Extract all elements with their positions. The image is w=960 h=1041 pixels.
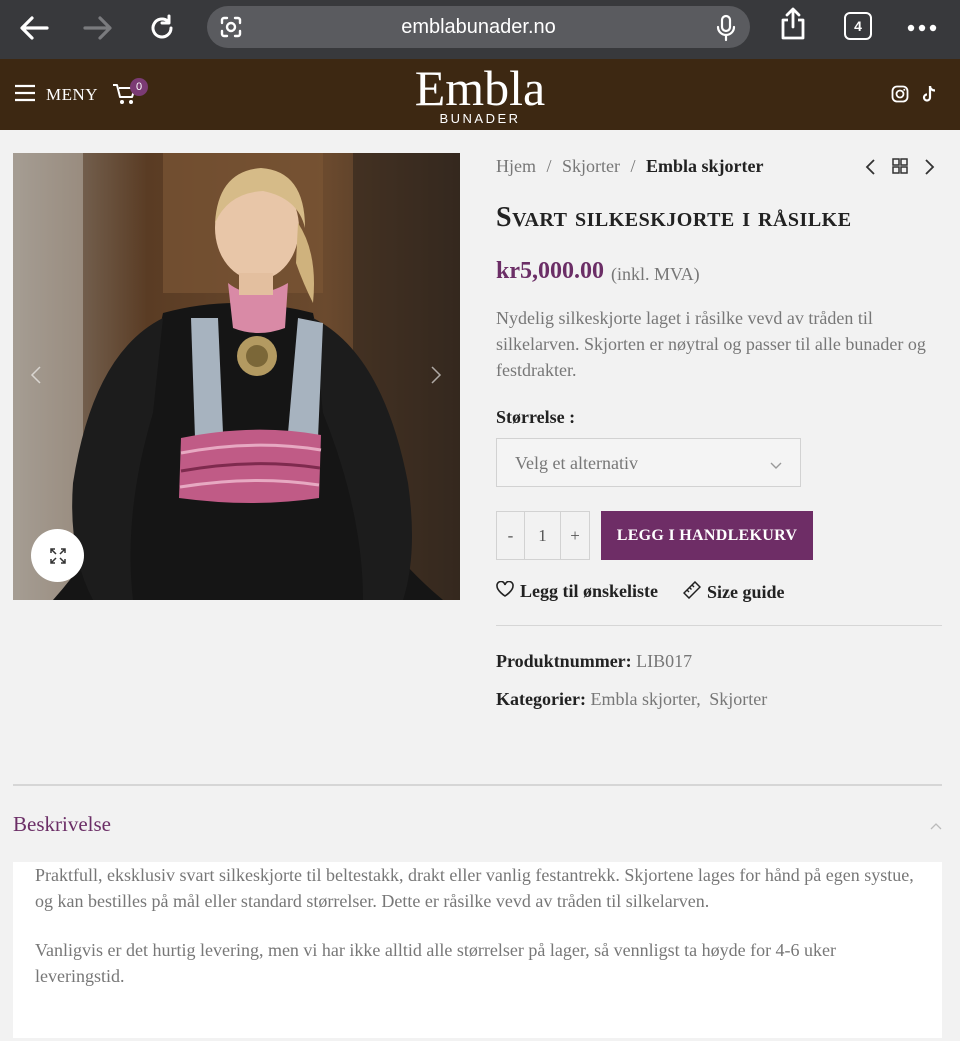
browser-toolbar: emblabunader.no 4 (0, 0, 960, 59)
ruler-icon (682, 580, 702, 604)
share-icon[interactable] (771, 4, 815, 44)
expand-icon[interactable] (31, 529, 84, 582)
wishlist-label: Legg til ønskeliste (520, 581, 658, 601)
quantity-minus-button[interactable]: - (497, 512, 525, 559)
chevron-up-icon[interactable] (929, 818, 943, 830)
grid-icon[interactable] (892, 158, 910, 176)
breadcrumb-home[interactable]: Hjem (496, 156, 536, 177)
product-title: Svart silkeskjorte i råsilke (496, 202, 852, 233)
breadcrumb-separator: / (542, 156, 557, 176)
section-divider (13, 784, 942, 786)
product-price: kr5,000.00 (496, 258, 604, 284)
tabs-icon[interactable]: 4 (844, 12, 872, 40)
description-panel: Praktfull, eksklusiv svart silkeskjorte … (13, 862, 942, 1038)
heart-icon (496, 580, 514, 602)
product-categories: Kategorier: Embla skjorter, Skjorter (496, 689, 767, 710)
breadcrumb-separator: / (626, 156, 641, 176)
address-bar[interactable]: emblabunader.no (207, 6, 750, 48)
quantity-stepper: - 1 + (496, 511, 590, 560)
menu-button[interactable]: MENY (14, 83, 98, 107)
site-header: MENY 0 Embla BUNADER (0, 59, 960, 130)
price-suffix: (inkl. MVA) (611, 264, 700, 284)
site-logo[interactable]: Embla BUNADER (380, 61, 580, 126)
sku-value: LIB017 (636, 651, 693, 671)
category-separator: , (696, 689, 701, 709)
category-link[interactable]: Skjorter (709, 689, 767, 709)
size-select[interactable]: Velg et alternativ (496, 438, 801, 487)
category-link[interactable]: Embla skjorter (590, 689, 696, 709)
breadcrumb: Hjem / Skjorter / Embla skjorter (496, 156, 764, 177)
chevron-right-icon[interactable] (922, 158, 940, 176)
chevron-right-icon[interactable] (430, 365, 446, 387)
menu-label: MENY (46, 85, 99, 104)
size-guide-label: Size guide (707, 582, 785, 602)
more-icon[interactable] (900, 8, 944, 48)
chevron-down-icon (770, 457, 782, 469)
description-paragraph: Vanligvis er det hurtig levering, men vi… (35, 940, 837, 986)
forward-icon[interactable] (76, 8, 120, 48)
cart-count-badge: 0 (130, 78, 148, 96)
product-sku: Produktnummer: LIB017 (496, 651, 692, 672)
breadcrumb-current: Embla skjorter (646, 156, 764, 176)
tiktok-icon[interactable] (920, 85, 938, 103)
chevron-left-icon[interactable] (30, 365, 46, 387)
description-tab[interactable]: Beskrivelse (13, 812, 111, 837)
logo-subtitle: BUNADER (439, 111, 521, 126)
back-icon[interactable] (12, 8, 56, 48)
quantity-plus-button[interactable]: + (561, 512, 589, 559)
sku-label: Produktnummer: (496, 651, 632, 671)
logo-text: Embla (414, 60, 546, 116)
short-description: Nydelig silkeskjorte laget i råsilke vev… (496, 308, 926, 380)
chevron-left-icon[interactable] (864, 158, 882, 176)
quantity-input[interactable]: 1 (525, 512, 561, 559)
add-to-cart-button[interactable]: LEGG I HANDLEKURV (601, 511, 813, 560)
categories-label: Kategorier: (496, 689, 586, 709)
breadcrumb-category[interactable]: Skjorter (562, 156, 620, 177)
wishlist-link[interactable]: Legg til ønskeliste (496, 580, 658, 602)
microphone-icon[interactable] (715, 14, 737, 47)
divider (496, 625, 942, 626)
instagram-icon[interactable] (891, 85, 909, 103)
description-paragraph: Praktfull, eksklusiv svart silkeskjorte … (35, 865, 914, 911)
size-guide-link[interactable]: Size guide (682, 580, 785, 604)
size-select-value: Velg et alternativ (515, 453, 638, 473)
size-label: Størrelse : (496, 407, 576, 427)
product-image[interactable] (13, 153, 460, 600)
url-text: emblabunader.no (401, 16, 556, 38)
reload-icon[interactable] (140, 8, 184, 48)
hamburger-icon (14, 84, 36, 107)
